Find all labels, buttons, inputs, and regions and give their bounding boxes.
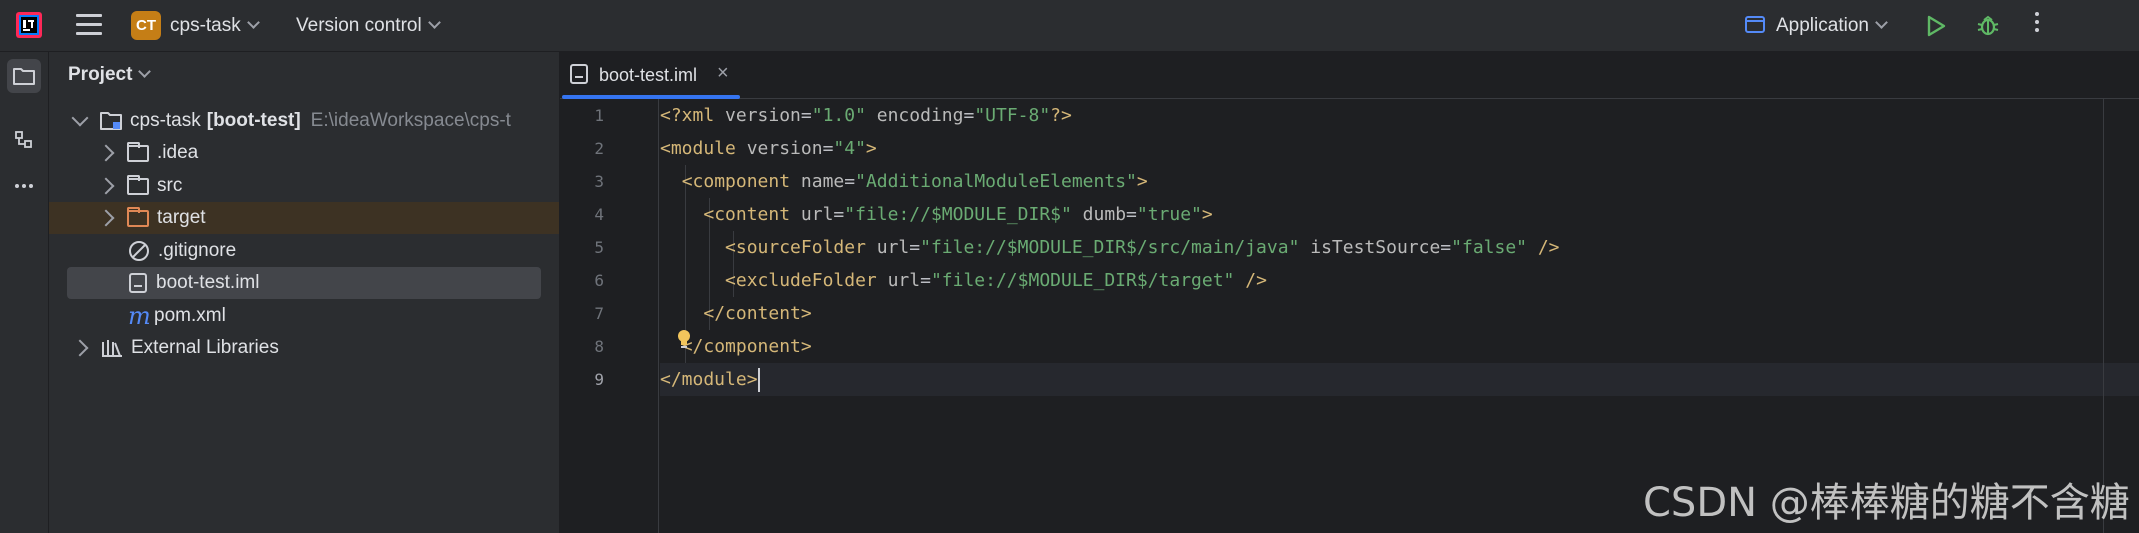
tab-label: boot-test.iml <box>599 65 698 85</box>
code-line-4: <content url="file://$MODULE_DIR$" dumb=… <box>703 204 1213 225</box>
chevron-down-icon <box>246 16 260 29</box>
main-menu-icon[interactable] <box>76 14 102 36</box>
editor-gutter: 1 2 3 4 5 6 7 8 9 <box>560 99 659 533</box>
tree-item-label: cps-task <box>130 110 201 131</box>
tree-item-label: .idea <box>157 142 199 163</box>
tree-item-label: target <box>157 207 206 228</box>
version-control-menu[interactable]: Version control <box>296 15 441 37</box>
right-margin-guide <box>2103 99 2104 533</box>
line-number: 6 <box>594 271 604 290</box>
chevron-right-icon[interactable] <box>97 209 115 227</box>
folder-icon <box>127 174 149 195</box>
project-panel-header[interactable]: Project <box>68 64 152 86</box>
tree-item-boot-test-iml[interactable]: boot-test.iml <box>67 267 541 299</box>
tree-item-label: pom.xml <box>154 305 226 326</box>
title-bar: CT cps-task Version control Application <box>0 0 2139 52</box>
chevron-right-icon[interactable] <box>71 339 89 357</box>
structure-tool-button[interactable] <box>7 123 41 157</box>
line-number: 9 <box>594 370 604 389</box>
run-icon <box>1927 15 1946 37</box>
tree-item-label: boot-test.iml <box>156 272 260 293</box>
code-line-5: <sourceFolder url="file://$MODULE_DIR$/s… <box>725 237 1560 258</box>
structure-icon <box>15 131 32 148</box>
vcs-label: Version control <box>296 15 422 36</box>
tree-item-src[interactable]: src <box>49 170 559 202</box>
ignore-file-icon <box>129 241 149 261</box>
iml-file-icon <box>129 273 147 293</box>
tool-window-stripe <box>0 52 49 533</box>
project-switcher[interactable]: cps-task <box>170 15 260 37</box>
chevron-down-icon[interactable] <box>71 109 89 127</box>
tree-item-pom-xml[interactable]: m pom.xml <box>49 300 559 332</box>
tree-item-module[interactable]: cps-task [boot-test] E:\ideaWorkspace\cp… <box>49 105 559 137</box>
project-panel-title: Project <box>68 64 133 85</box>
maven-icon: m <box>128 302 151 330</box>
folder-icon <box>127 141 149 162</box>
code-line-2: <module version="4"> <box>660 138 877 159</box>
libraries-icon <box>102 340 122 357</box>
tree-item-gitignore[interactable]: .gitignore <box>49 235 559 267</box>
project-name: cps-task <box>170 15 241 36</box>
project-badge[interactable]: CT <box>131 11 161 40</box>
folder-icon <box>13 68 35 85</box>
close-icon[interactable]: × <box>717 62 729 85</box>
debug-bug-icon <box>1977 15 1999 36</box>
line-number: 2 <box>594 139 604 158</box>
code-line-1: <?xml version="1.0" encoding="UTF-8"?> <box>660 105 1072 126</box>
code-line-7: </content> <box>703 303 812 324</box>
tab-boot-test-iml[interactable]: boot-test.iml × <box>560 52 742 99</box>
code-line-9: </module> <box>660 363 2139 396</box>
intellij-logo-icon[interactable] <box>16 12 42 38</box>
lightbulb-icon[interactable] <box>676 329 692 357</box>
tree-item-external-libraries[interactable]: External Libraries <box>49 332 559 364</box>
chevron-right-icon[interactable] <box>97 177 115 195</box>
code-editor[interactable]: <?xml version="1.0" encoding="UTF-8"?> <… <box>660 99 2139 533</box>
editor-tab-bar: boot-test.iml × <box>560 52 2139 99</box>
tree-item-label: External Libraries <box>131 337 279 358</box>
line-number: 5 <box>594 238 604 257</box>
line-number: 8 <box>594 337 604 356</box>
run-configuration-label: Application <box>1776 15 1869 36</box>
watermark: CSDN @棒棒糖的糖不含糖 <box>1643 480 2130 526</box>
tree-item-path: E:\ideaWorkspace\cps-t <box>310 110 511 131</box>
chevron-right-icon[interactable] <box>97 144 115 162</box>
chevron-down-icon <box>427 16 441 29</box>
line-number: 4 <box>594 205 604 224</box>
code-line-6: <excludeFolder url="file://$MODULE_DIR$/… <box>725 270 1267 291</box>
more-tool-windows-icon[interactable] <box>7 169 41 203</box>
project-panel: Project cps-task [boot-test] E:\ideaWork… <box>49 52 560 533</box>
code-line-3: <component name="AdditionalModuleElement… <box>681 171 1148 192</box>
folder-excluded-icon <box>127 206 149 227</box>
tree-item-label: .gitignore <box>158 240 237 261</box>
line-number: 3 <box>594 172 604 191</box>
tree-item-label: src <box>157 175 183 196</box>
line-number: 1 <box>594 106 604 125</box>
run-configuration-selector[interactable]: Application <box>1776 15 1888 37</box>
tree-item-module-name: [boot-test] <box>206 110 301 131</box>
run-configuration-icon <box>1745 16 1765 33</box>
chevron-down-icon <box>1875 16 1888 29</box>
project-tool-button[interactable] <box>7 59 41 93</box>
tree-item-target[interactable]: target <box>49 202 559 234</box>
chevron-down-icon <box>138 65 152 78</box>
iml-file-icon <box>570 64 588 84</box>
tree-item-idea[interactable]: .idea <box>49 137 559 169</box>
line-number: 7 <box>594 304 604 323</box>
debug-button[interactable] <box>1975 12 2001 44</box>
run-button[interactable] <box>1925 14 1947 44</box>
more-actions-icon[interactable] <box>2035 12 2041 36</box>
text-caret <box>757 368 760 392</box>
module-icon <box>100 112 122 130</box>
